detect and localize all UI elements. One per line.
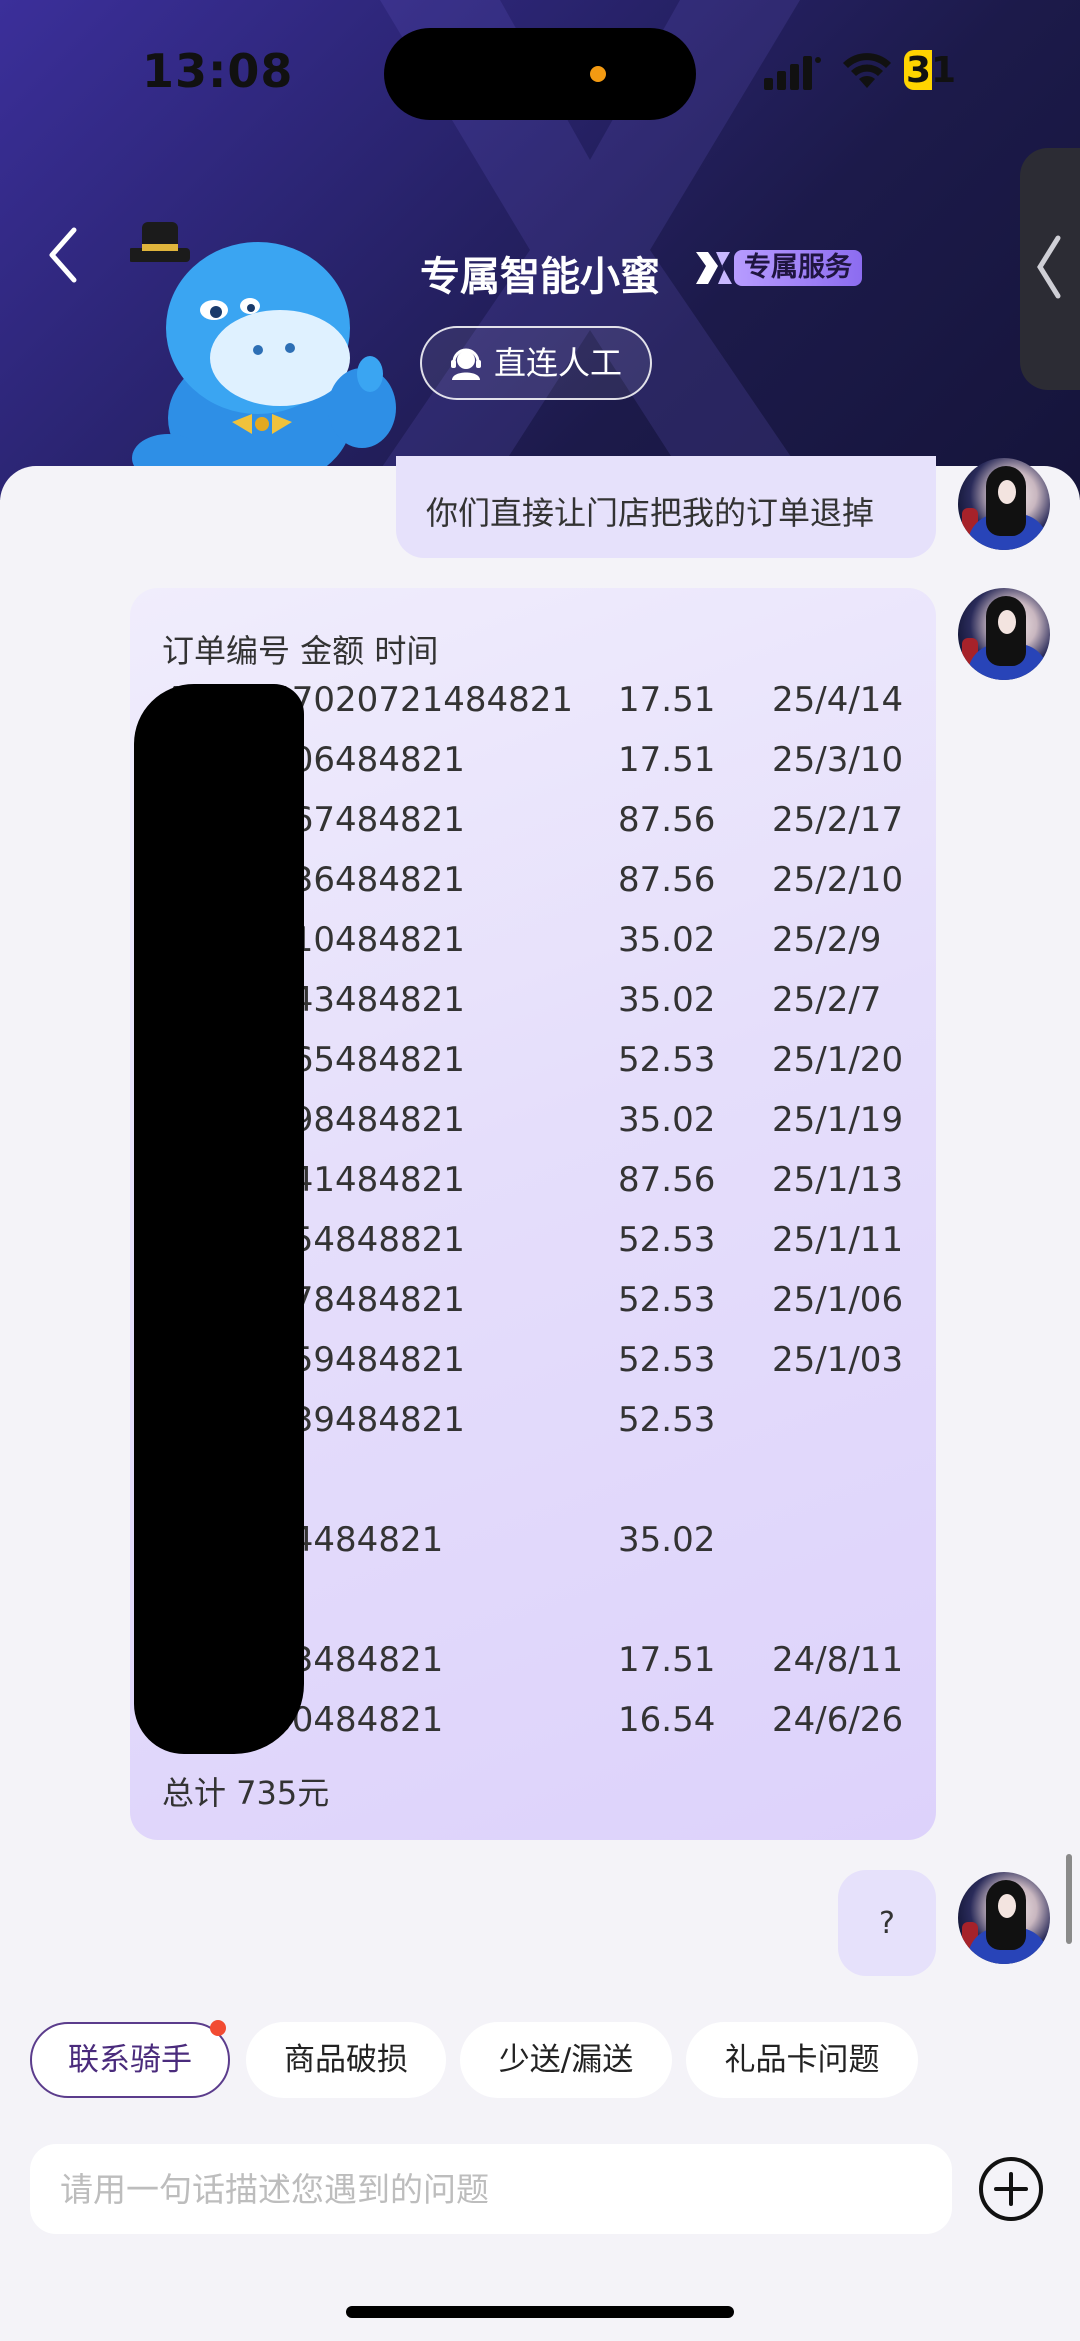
order-date: 25/1/20 [772, 1040, 904, 1080]
plus-circle-icon[interactable] [978, 2156, 1044, 2222]
order-amount: 17.51 [618, 740, 716, 780]
quick-reply-missing-items[interactable]: 少送/漏送 [460, 2022, 672, 2098]
order-amount: 52.53 [618, 1400, 716, 1440]
direct-human-agent-label: 直连人工 [494, 344, 623, 382]
order-amount: 87.56 [618, 860, 716, 900]
quick-reply-label: 商品破损 [284, 2042, 408, 2078]
mascot-hippo-icon [130, 222, 396, 488]
order-date: 25/2/7 [772, 980, 882, 1020]
order-list-header: 订单编号 金额 时间 [162, 632, 439, 670]
quick-reply-damaged-goods[interactable]: 商品破损 [246, 2022, 446, 2098]
brand-x-icon [696, 252, 732, 284]
order-amount: 17.51 [618, 680, 716, 720]
battery-icon: 31 [904, 50, 978, 91]
chat-scrollbar[interactable] [1066, 1854, 1072, 1944]
wifi-icon [843, 53, 891, 88]
order-date: 25/2/17 [772, 800, 904, 840]
battery-level: 31 [906, 50, 957, 91]
order-amount: 35.02 [618, 980, 716, 1020]
order-date: 25/2/10 [772, 860, 904, 900]
avatar-detail [998, 1894, 1016, 1918]
order-amount: 87.56 [618, 1160, 716, 1200]
user-order-list-bubble: 订单编号 金额 时间 4301647020721484821 17.51 25/4/… [130, 588, 936, 1840]
order-amount: 35.02 [618, 1520, 716, 1560]
order-date: 25/1/19 [772, 1100, 904, 1140]
order-amount: 35.02 [618, 920, 716, 960]
side-collapse-tab[interactable] [1020, 148, 1080, 390]
order-amount: 35.02 [618, 1100, 716, 1140]
quick-reply-gift-card[interactable]: 礼品卡问题 [686, 2022, 918, 2098]
back-arrow-icon[interactable] [40, 220, 90, 290]
exclusive-service-label: 专属服务 [734, 250, 862, 286]
order-date: 25/1/03 [772, 1340, 904, 1380]
status-time: 13:08 [142, 44, 294, 98]
order-total: 总计 735元 [162, 1774, 330, 1812]
user-question-text: ? [879, 1906, 895, 1941]
order-date: 24/8/11 [772, 1640, 904, 1680]
user-question-bubble: ? [838, 1870, 936, 1976]
avatar-detail [998, 610, 1016, 634]
order-amount: 52.53 [618, 1040, 716, 1080]
home-indicator[interactable] [346, 2306, 734, 2318]
order-date: 25/4/14 [772, 680, 904, 720]
quick-reply-contact-rider[interactable]: 联系骑手 [30, 2020, 230, 2098]
quick-reply-label: 联系骑手 [68, 2042, 192, 2078]
order-date: 25/1/13 [772, 1160, 904, 1200]
order-amount: 52.53 [618, 1280, 716, 1320]
message-input[interactable] [30, 2144, 952, 2234]
assistant-title: 专属智能小蜜 [420, 254, 660, 300]
redaction-mark [134, 684, 304, 1754]
chat-header: 13:08 31 专属智能小蜜 专属服务 直连人工 [0, 0, 1080, 500]
order-amount: 52.53 [618, 1340, 716, 1380]
avatar-detail [998, 480, 1016, 504]
order-amount: 87.56 [618, 800, 716, 840]
order-date: 25/2/9 [772, 920, 882, 960]
quick-reply-bar: 联系骑手 商品破损 少送/漏送 礼品卡问题 [0, 2020, 1080, 2098]
user-avatar[interactable] [958, 458, 1050, 550]
order-date: 25/3/10 [772, 740, 904, 780]
dynamic-island [384, 28, 696, 120]
signal-icon [764, 56, 821, 90]
user-avatar[interactable] [958, 588, 1050, 680]
order-amount: 52.53 [618, 1220, 716, 1260]
order-date: 25/1/06 [772, 1280, 904, 1320]
headset-agent-icon [451, 348, 481, 380]
order-date: 25/1/11 [772, 1220, 904, 1260]
chevron-left-icon [1037, 235, 1061, 299]
direct-human-agent-button[interactable]: 直连人工 [420, 326, 652, 400]
order-amount: 17.51 [618, 1640, 716, 1680]
notification-dot [210, 2020, 226, 2036]
quick-reply-label: 礼品卡问题 [724, 2042, 880, 2078]
status-bar: 13:08 31 [0, 0, 1080, 150]
order-date: 24/6/26 [772, 1700, 904, 1740]
island-indicator-dot [590, 66, 606, 82]
user-avatar[interactable] [958, 1872, 1050, 1964]
order-amount: 16.54 [618, 1700, 716, 1740]
user-message-bubble: 你们直接让门店把我的订单退掉 [396, 456, 936, 558]
user-message-text: 你们直接让门店把我的订单退掉 [426, 494, 875, 532]
quick-reply-label: 少送/漏送 [498, 2042, 634, 2078]
